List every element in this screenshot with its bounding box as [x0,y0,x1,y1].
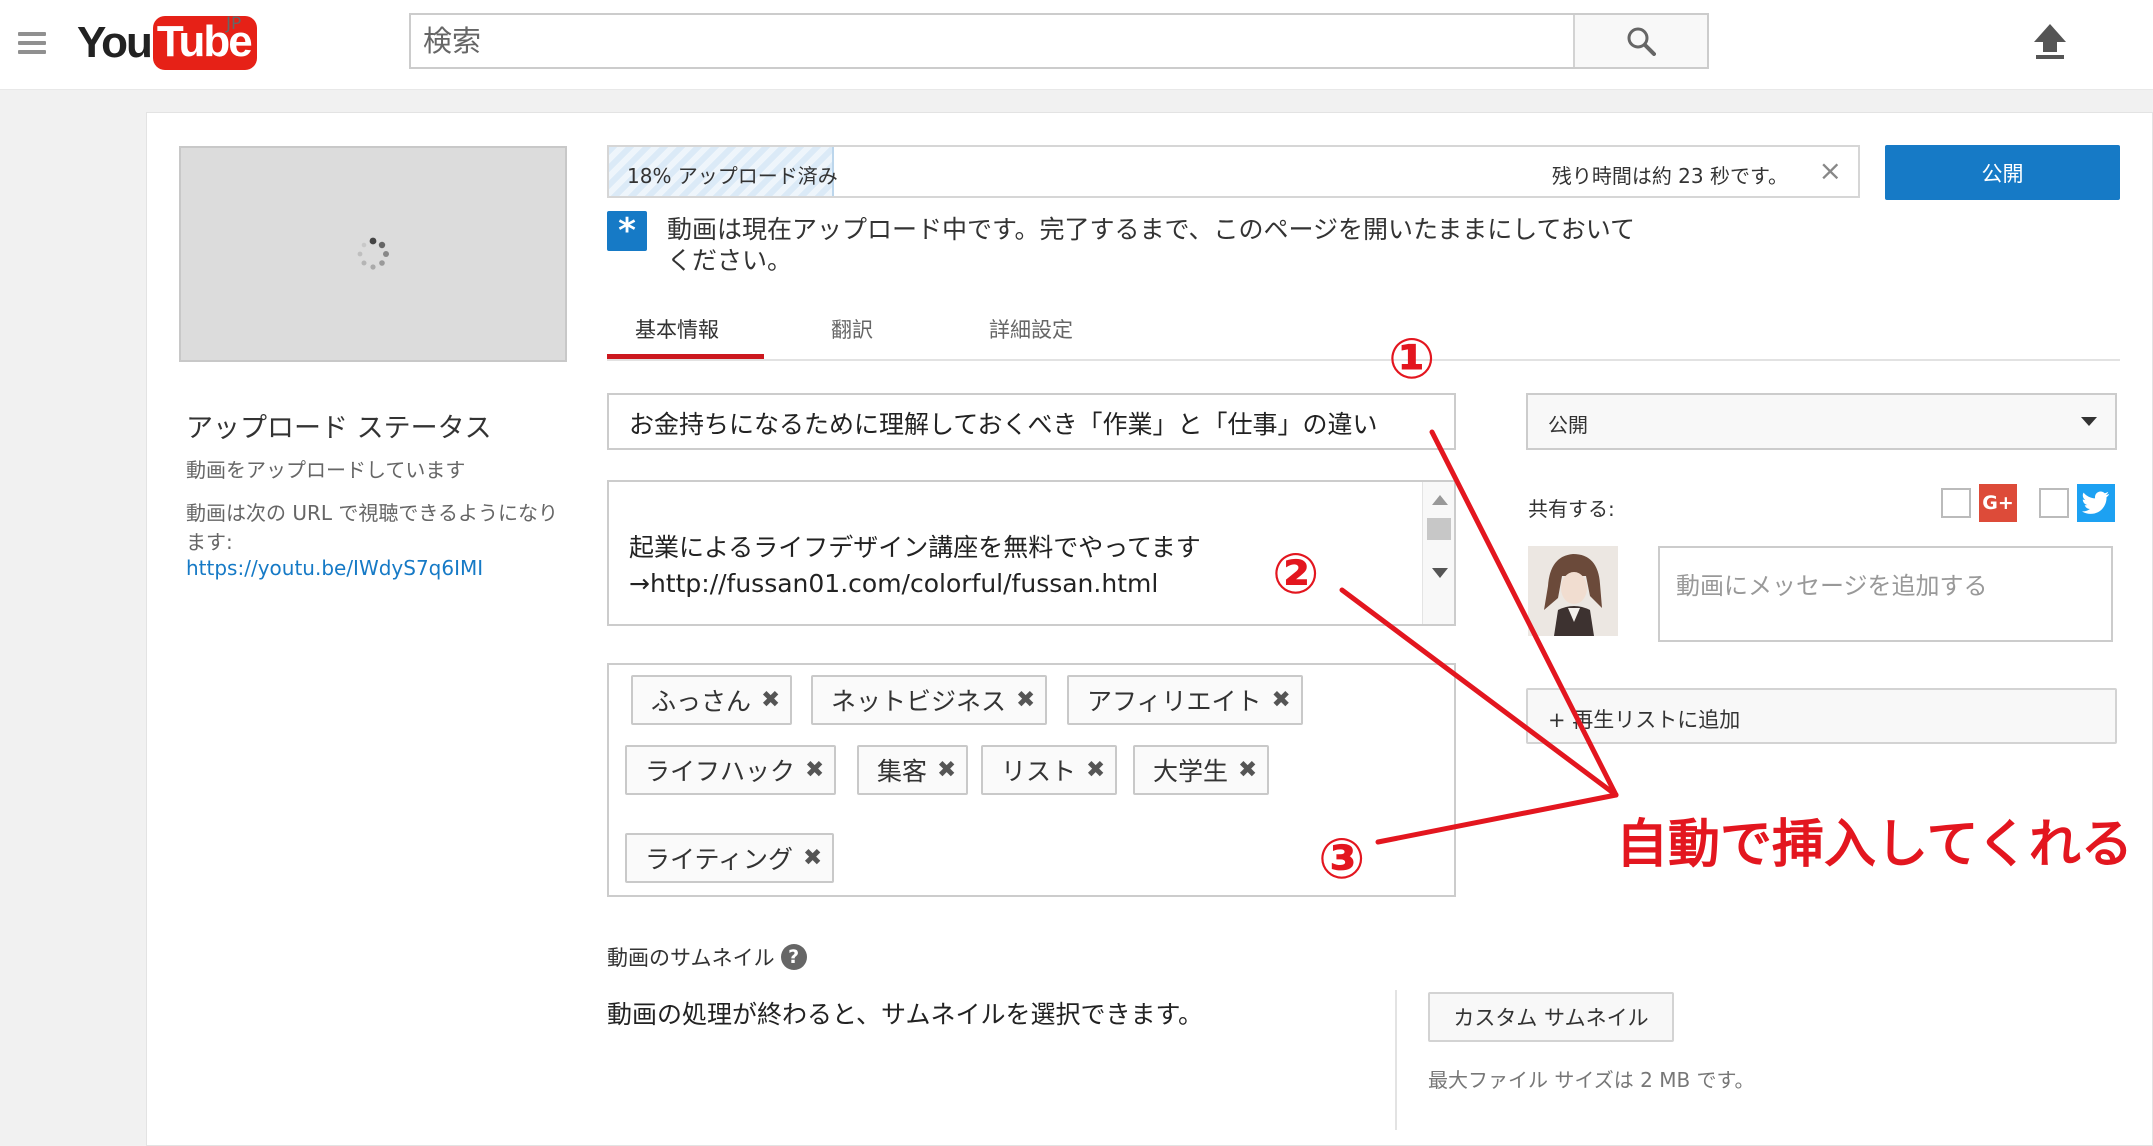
privacy-select[interactable]: 公開 [1526,393,2117,450]
upload-status-title: アップロード ステータス [186,413,492,444]
tag-chip: ふっさん ✖ [631,675,793,725]
annotation-caption: 自動で挿入してくれる [1616,815,2133,875]
tag-label: アフィリエイト [1087,687,1262,716]
logo-you-text: You [77,18,153,67]
upload-remaining-time: 残り時間は約 23 秒です。 [1551,164,1788,188]
search-icon [1627,27,1656,56]
thumbnail-section-label: 動画のサムネイル ? [607,942,807,972]
tag-label: 集客 [877,757,928,786]
tag-chip: 大学生 ✖ [1133,745,1270,795]
search-box [409,13,1709,69]
tag-label: ライティング [645,845,794,874]
upload-progress-label: 18% アップロード済み [627,164,838,188]
cancel-upload-close-icon[interactable]: × [1819,157,1842,185]
scroll-up-arrow-icon[interactable] [1432,495,1448,505]
avatar [1528,546,1618,636]
annotation-mark-1: ① [1388,327,1436,392]
video-url-link[interactable]: https://youtu.be/IWdyS7q6IMI [186,556,483,580]
tab-basic-info[interactable]: 基本情報 [635,314,719,344]
max-file-size-note: 最大ファイル サイズは 2 MB です。 [1428,1068,1755,1092]
upload-progress-bar: 18% アップロード済み 残り時間は約 23 秒です。 × [607,145,1860,198]
add-to-playlist-button[interactable]: + 再生リストに追加 [1526,688,2117,744]
region-label: JP [226,14,242,34]
share-gplus-checkbox[interactable] [1941,488,1971,518]
masthead: You Tube JP [0,0,2153,90]
remove-tag-icon[interactable]: ✖ [805,757,824,783]
tag-label: ふっさん [651,687,752,716]
remove-tag-icon[interactable]: ✖ [937,757,956,783]
help-icon[interactable]: ? [780,944,807,970]
tag-chip: ライフハック ✖ [625,745,837,795]
twitter-icon [2077,484,2115,522]
custom-thumbnail-button[interactable]: カスタム サムネイル [1428,992,1674,1042]
chevron-down-icon [2081,417,2097,426]
tag-label: ライフハック [645,757,796,786]
tag-chip: アフィリエイト ✖ [1067,675,1303,725]
video-thumbnail-placeholder [179,146,567,362]
description-text: 起業によるライフデザイン講座を無料でやってます →http://fussan01… [629,533,1201,598]
scroll-thumb[interactable] [1427,518,1451,540]
annotation-mark-2: ② [1272,542,1320,607]
upload-icon[interactable] [2030,20,2070,62]
upload-status-description: 動画は次の URL で視聴できるようになります: [186,501,558,554]
tag-label: 大学生 [1153,757,1229,786]
share-message-input[interactable]: 動画にメッセージを追加する [1658,546,2113,642]
tag-chip: ネットビジネス ✖ [811,675,1048,725]
tab-advanced-settings[interactable]: 詳細設定 [989,314,1073,344]
asterisk-info-icon: * [607,211,647,251]
thumbnail-processing-note: 動画の処理が終わると、サムネイルを選択できます。 [607,1000,1204,1029]
video-description-textarea[interactable]: 起業によるライフデザイン講座を無料でやってます →http://fussan01… [607,480,1456,626]
search-input[interactable] [411,15,1573,67]
remove-tag-icon[interactable]: ✖ [1238,757,1257,783]
upload-status-subtitle: 動画をアップロードしています [186,458,466,482]
edit-tabs: 基本情報 翻訳 詳細設定 [607,302,2120,361]
thumbnail-label-text: 動画のサムネイル [607,946,775,970]
thumbnail-divider [1395,990,1397,1130]
publish-button[interactable]: 公開 [1885,145,2120,200]
remove-tag-icon[interactable]: ✖ [1016,687,1035,713]
menu-icon[interactable] [18,32,46,54]
privacy-value: 公開 [1548,413,1588,437]
share-twitter-checkbox[interactable] [2039,488,2069,518]
annotation-mark-3: ③ [1318,827,1366,892]
tag-label: リスト [1001,757,1077,786]
description-scrollbar[interactable] [1422,482,1454,624]
remove-tag-icon[interactable]: ✖ [761,687,780,713]
tag-chip: リスト ✖ [981,745,1118,795]
upload-notice-text: 動画は現在アップロード中です。完了するまで、このページを開いたままにしておいてく… [667,215,1636,275]
video-title-input[interactable]: お金持ちになるために理解しておくべき「作業」と「仕事」の違い [607,393,1456,450]
remove-tag-icon[interactable]: ✖ [1272,687,1291,713]
loading-spinner-icon [357,237,389,270]
tag-chip: 集客 ✖ [857,745,969,795]
share-label: 共有する: [1528,497,1615,521]
tab-translation[interactable]: 翻訳 [831,314,873,344]
tag-chip: ライティング ✖ [625,833,835,883]
active-tab-indicator [607,354,764,359]
remove-tag-icon[interactable]: ✖ [1086,757,1105,783]
remove-tag-icon[interactable]: ✖ [803,845,822,871]
search-button[interactable] [1573,15,1707,67]
google-plus-icon: G+ [1979,484,2017,522]
tag-label: ネットビジネス [831,687,1007,716]
scroll-down-arrow-icon[interactable] [1432,568,1448,578]
